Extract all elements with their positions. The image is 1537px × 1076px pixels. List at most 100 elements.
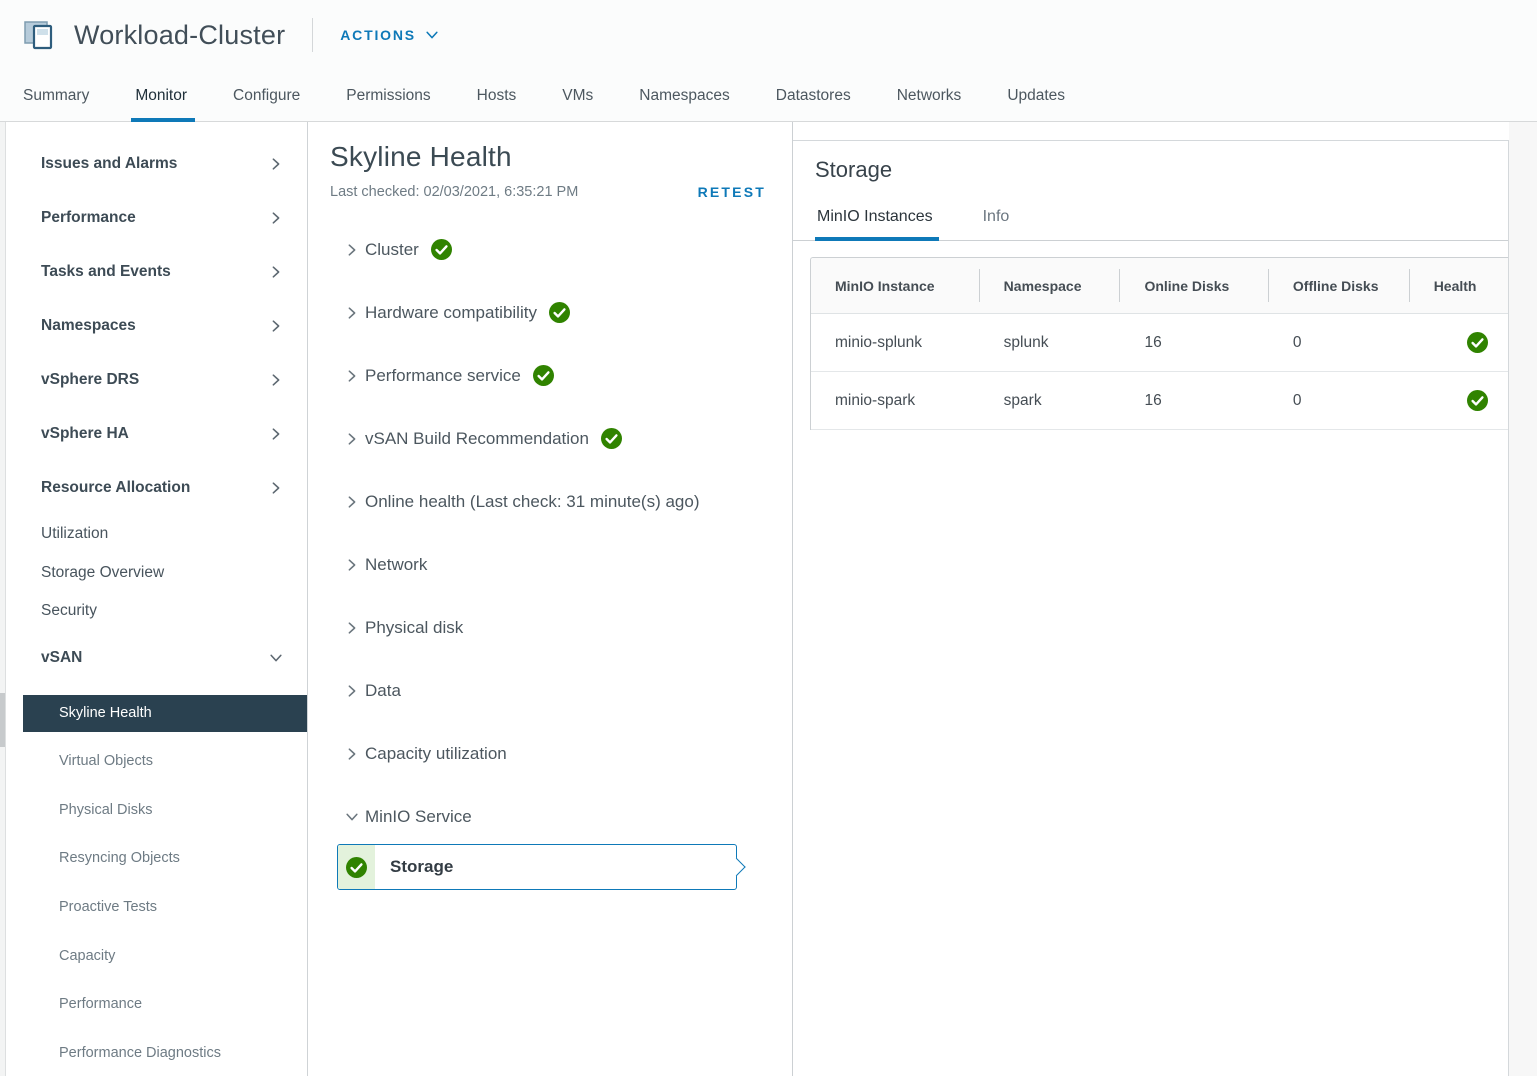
health-check-cluster[interactable]: Cluster — [330, 218, 792, 281]
sidebar-item-performance[interactable]: Performance — [6, 191, 307, 245]
tab-vms[interactable]: VMs — [539, 70, 616, 121]
sidebar-item-label: vSAN — [41, 649, 82, 667]
table-cell: 16 — [1120, 372, 1268, 429]
tab-hosts[interactable]: Hosts — [454, 70, 540, 121]
chevron-right-icon — [345, 684, 359, 698]
tab-monitor[interactable]: Monitor — [112, 70, 210, 121]
success-check-icon — [1467, 332, 1488, 353]
chevron-right-icon — [345, 495, 359, 509]
sidebar-item-namespaces[interactable]: Namespaces — [6, 299, 307, 353]
tab-configure[interactable]: Configure — [210, 70, 323, 121]
retest-button[interactable]: RETEST — [698, 184, 766, 200]
storage-check-selected[interactable]: Storage — [337, 844, 737, 890]
sidebar-item-label: Proactive Tests — [59, 899, 157, 915]
success-check-icon — [533, 365, 554, 386]
chevron-down-icon — [425, 28, 439, 42]
table-row-minio-splunk[interactable]: minio-splunksplunk160 — [811, 314, 1508, 372]
sidebar-item-proactive-tests[interactable]: Proactive Tests — [6, 888, 308, 927]
tab-updates[interactable]: Updates — [984, 70, 1088, 121]
table-cell: splunk — [980, 314, 1121, 371]
sidebar-item-storage-overview[interactable]: Storage Overview — [6, 554, 307, 593]
tab-permissions[interactable]: Permissions — [323, 70, 453, 121]
table-row-minio-spark[interactable]: minio-sparkspark160 — [811, 372, 1508, 430]
chevron-right-icon — [269, 319, 283, 333]
health-check-hardware-compatibility[interactable]: Hardware compatibility — [330, 281, 792, 344]
chevron-right-icon — [269, 481, 283, 495]
chevron-right-icon — [345, 621, 359, 635]
health-check-data[interactable]: Data — [330, 659, 792, 722]
sidebar-item-label: vSphere DRS — [41, 371, 139, 389]
sidebar-item-label: Performance — [59, 996, 142, 1012]
success-check-icon — [346, 857, 367, 878]
last-checked-text: Last checked: 02/03/2021, 6:35:21 PM — [330, 184, 578, 200]
sidebar-item-performance[interactable]: Performance — [6, 985, 308, 1024]
sidebar-item-performance-diagnostics[interactable]: Performance Diagnostics — [6, 1034, 308, 1073]
health-check-label: Online health (Last check: 31 minute(s) … — [365, 484, 700, 520]
sidebar-item-skyline-health[interactable]: Skyline Health — [23, 695, 308, 733]
column-header-minio-instance[interactable]: MinIO Instance — [811, 258, 980, 313]
column-header-health[interactable]: Health — [1410, 258, 1508, 313]
column-header-online-disks[interactable]: Online Disks — [1120, 258, 1268, 313]
sidebar-item-label: Issues and Alarms — [41, 155, 177, 173]
sidebar-item-capacity[interactable]: Capacity — [6, 936, 308, 975]
health-check-vsan-build-recommendation[interactable]: vSAN Build Recommendation — [330, 407, 792, 470]
health-check-minio-service[interactable]: MinIO Service — [330, 785, 792, 848]
sidebar-item-vsan[interactable]: vSAN — [6, 631, 307, 685]
sidebar-item-security[interactable]: Security — [6, 592, 307, 631]
sidebar-item-vsphere-ha[interactable]: vSphere HA — [6, 407, 307, 461]
health-check-label: Network — [365, 547, 427, 583]
cluster-icon — [22, 17, 60, 53]
health-check-online-health-last-check-31-minute-s-ago[interactable]: Online health (Last check: 31 minute(s) … — [330, 470, 792, 533]
skyline-health-panel: Skyline Health Last checked: 02/03/2021,… — [308, 122, 792, 1076]
actions-label: ACTIONS — [340, 27, 416, 43]
health-check-label: Performance service — [365, 358, 521, 394]
sidebar-item-vsphere-drs[interactable]: vSphere DRS — [6, 353, 307, 407]
table-cell: 0 — [1269, 372, 1410, 429]
sidebar-item-label: vSphere HA — [41, 425, 129, 443]
tab-datastores[interactable]: Datastores — [753, 70, 874, 121]
health-check-capacity-utilization[interactable]: Capacity utilization — [330, 722, 792, 785]
object-header: Workload-Cluster ACTIONS — [0, 0, 1537, 70]
table-cell: 16 — [1120, 314, 1268, 371]
actions-menu-button[interactable]: ACTIONS — [340, 27, 439, 43]
sidebar-item-virtual-objects[interactable]: Virtual Objects — [6, 742, 308, 781]
health-check-label: Cluster — [365, 232, 419, 268]
success-check-icon — [549, 302, 570, 323]
panel-title: Skyline Health — [330, 140, 792, 174]
storage-check-label: Storage — [390, 857, 453, 877]
table-cell: spark — [980, 372, 1121, 429]
sidebar-item-physical-disks[interactable]: Physical Disks — [6, 791, 308, 830]
sidebar-item-issues-and-alarms[interactable]: Issues and Alarms — [6, 137, 307, 191]
chevron-right-icon — [345, 747, 359, 761]
last-checked-row: Last checked: 02/03/2021, 6:35:21 PM RET… — [330, 184, 766, 200]
chevron-right-icon — [345, 306, 359, 320]
tab-networks[interactable]: Networks — [874, 70, 985, 121]
panel-resize-handle[interactable] — [0, 693, 5, 747]
sidebar-item-resyncing-objects[interactable]: Resyncing Objects — [6, 839, 308, 878]
chevron-down-icon — [269, 651, 283, 665]
tab-summary[interactable]: Summary — [0, 70, 112, 121]
chevron-right-icon — [269, 427, 283, 441]
success-check-icon — [431, 239, 452, 260]
table-cell: minio-spark — [811, 372, 980, 429]
detail-tab-info[interactable]: Info — [981, 203, 1012, 240]
health-check-physical-disk[interactable]: Physical disk — [330, 596, 792, 659]
health-check-list: Cluster Hardware compatibility Performance… — [330, 218, 792, 848]
health-check-label: Data — [365, 673, 401, 709]
chevron-right-icon — [269, 211, 283, 225]
health-check-network[interactable]: Network — [330, 533, 792, 596]
health-check-label: Hardware compatibility — [365, 295, 537, 331]
sidebar-item-label: Performance Diagnostics — [59, 1045, 221, 1061]
column-header-namespace[interactable]: Namespace — [980, 258, 1121, 313]
health-check-performance-service[interactable]: Performance service — [330, 344, 792, 407]
chevron-right-icon — [269, 373, 283, 387]
chevron-right-icon — [345, 558, 359, 572]
detail-tab-minio-instances[interactable]: MinIO Instances — [815, 203, 935, 240]
tab-namespaces[interactable]: Namespaces — [616, 70, 752, 121]
sidebar-item-resource-allocation[interactable]: Resource Allocation — [6, 461, 307, 515]
sidebar-item-tasks-and-events[interactable]: Tasks and Events — [6, 245, 307, 299]
sidebar-item-utilization[interactable]: Utilization — [6, 515, 307, 554]
column-header-offline-disks[interactable]: Offline Disks — [1269, 258, 1410, 313]
success-icon-strip — [338, 845, 375, 889]
sidebar-item-label: Namespaces — [41, 317, 136, 335]
